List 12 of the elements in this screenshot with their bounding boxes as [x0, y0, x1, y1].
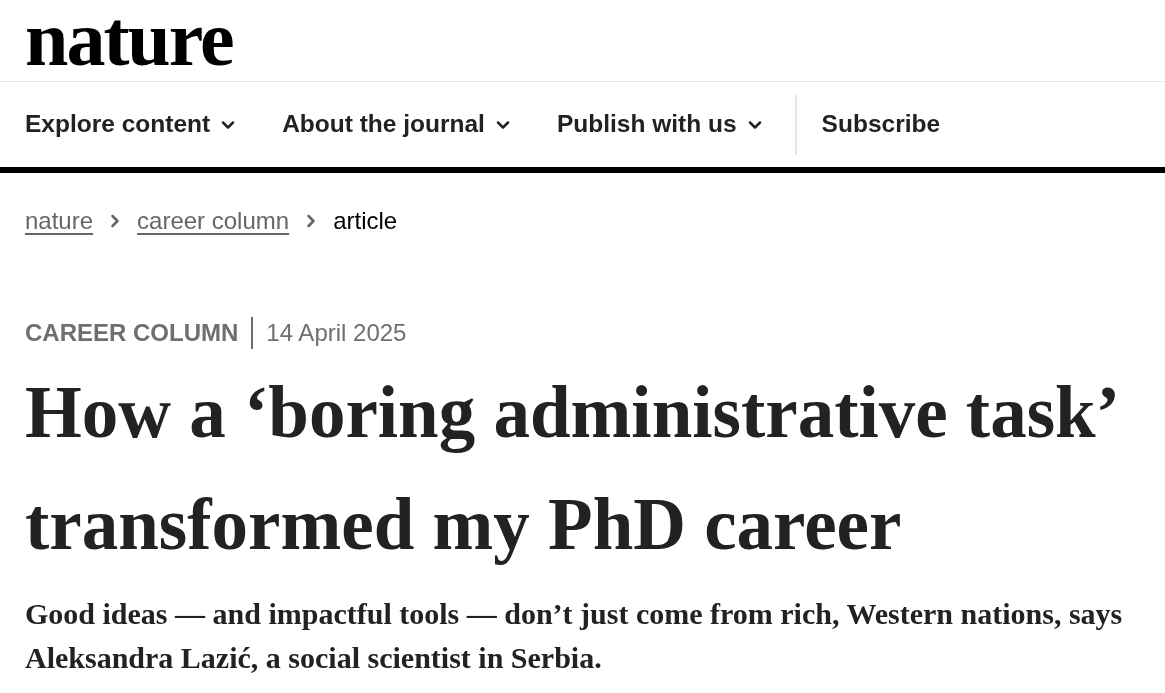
article-type: CAREER COLUMN	[25, 318, 239, 348]
article-date: 14 April 2025	[266, 318, 407, 348]
breadcrumb-link[interactable]: career column	[137, 203, 290, 239]
breadcrumb-link[interactable]: nature	[25, 203, 94, 239]
breadcrumb-current: article	[333, 206, 398, 236]
subscribe-link[interactable]: Subscribe	[821, 106, 941, 143]
site-logo[interactable]: nature	[25, 0, 233, 82]
article-standfirst: Good ideas — and impactful tools — don’t just come from rich, Western nations, says Aleksandra Lazić, a social scientist in Serbia.	[24, 596, 1124, 676]
article-title: How a ‘boring administrative task’ transformed my PhD career	[24, 371, 1116, 567]
nav-menu-item[interactable]: Publish with us	[556, 106, 765, 143]
nav-menu-item[interactable]: Explore content	[25, 106, 239, 143]
nav-menu-item[interactable]: About the journal	[282, 106, 513, 143]
